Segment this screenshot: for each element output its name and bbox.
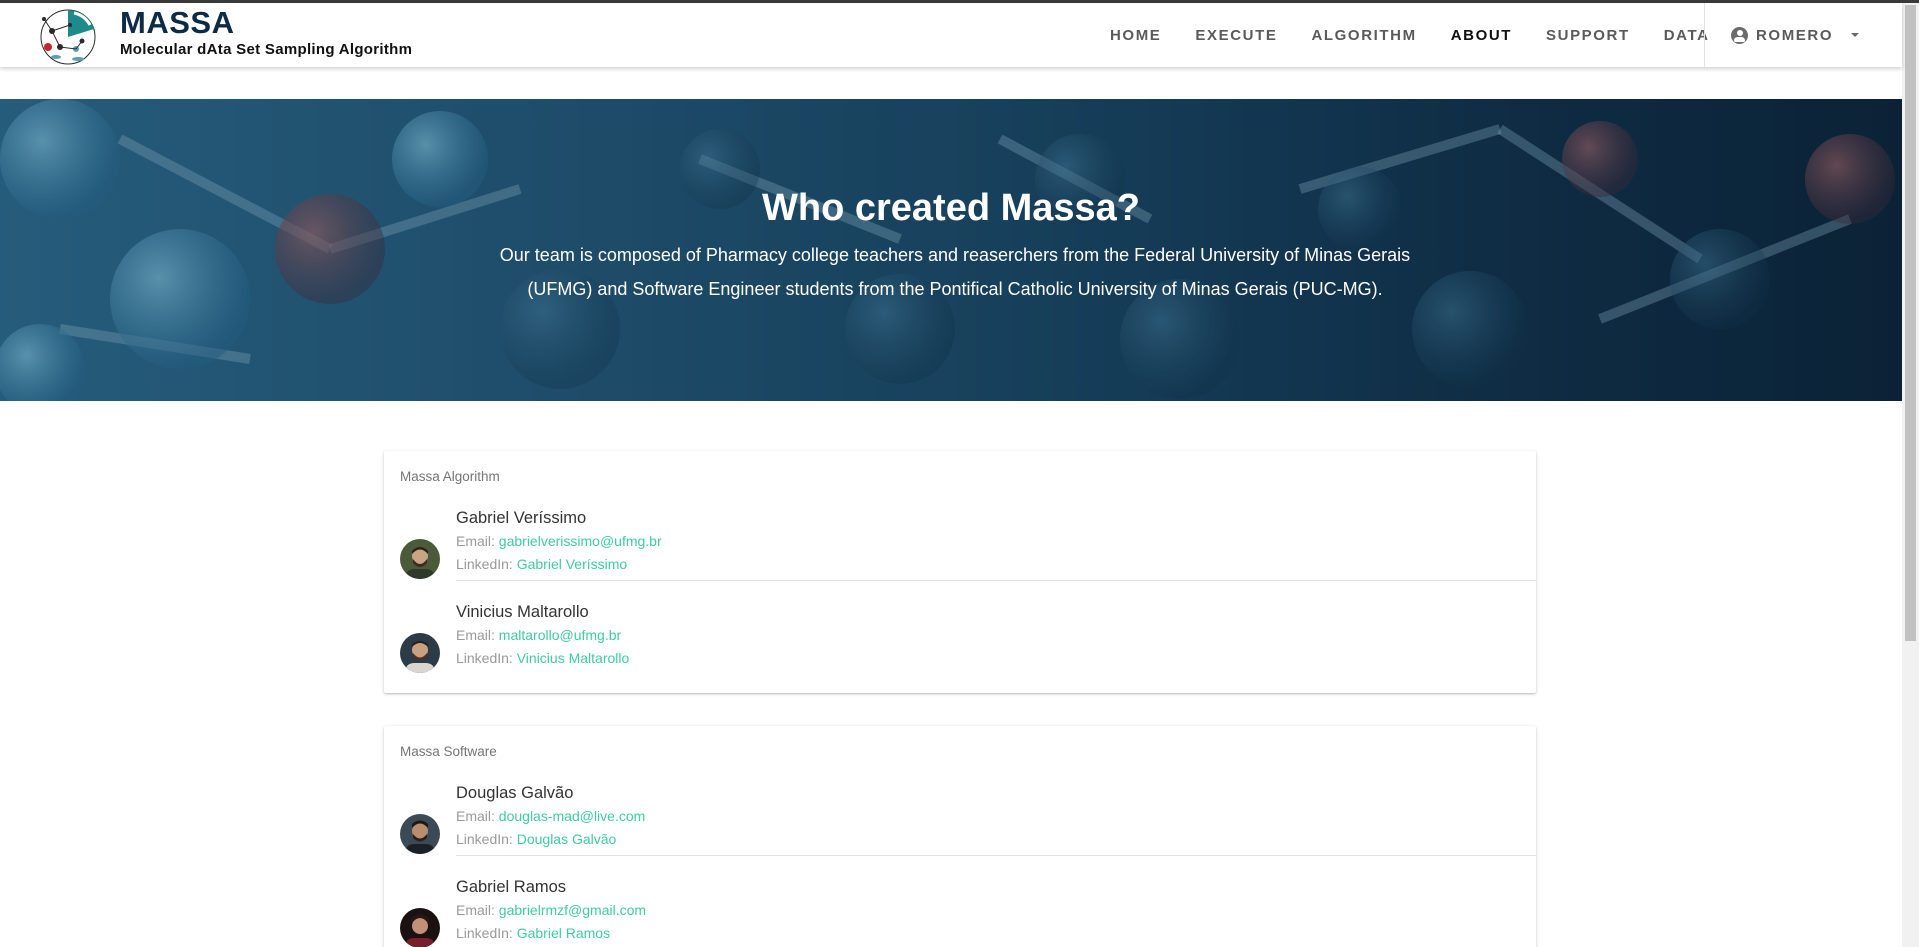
linkedin-link[interactable]: Gabriel Veríssimo: [517, 556, 627, 572]
team-member: Douglas Galvão Email: douglas-mad@live.c…: [384, 784, 1536, 878]
brand-subtitle: Molecular dAta Set Sampling Algorithm: [120, 41, 413, 58]
brand-title[interactable]: MASSA: [120, 5, 234, 41]
card-title: Massa Software: [400, 744, 497, 759]
linkedin-label: LinkedIn:: [456, 925, 513, 941]
user-name: ROMERO: [1756, 26, 1834, 44]
team-member: Gabriel Ramos Email: gabrielrmzf@gmail.c…: [384, 878, 1536, 947]
member-name: Vinicius Maltarollo: [456, 603, 589, 621]
hero-banner: Who created Massa? Our team is composed …: [0, 99, 1902, 401]
email-label: Email:: [456, 808, 495, 824]
divider: [456, 855, 1536, 856]
team-card-algorithm: Massa Algorithm Gabriel Veríssimo Email:…: [384, 451, 1536, 693]
email-link[interactable]: gabrielrmzf@gmail.com: [499, 902, 646, 918]
member-name: Gabriel Ramos: [456, 878, 567, 896]
linkedin-link[interactable]: Douglas Galvão: [517, 831, 617, 847]
divider: [456, 580, 1536, 581]
linkedin-label: LinkedIn:: [456, 556, 513, 572]
linkedin-label: LinkedIn:: [456, 831, 513, 847]
massa-logo[interactable]: [30, 3, 104, 67]
member-linkedin-row: LinkedIn: Gabriel Veríssimo: [456, 556, 627, 572]
hero-title: Who created Massa?: [762, 187, 1140, 229]
email-label: Email:: [456, 627, 495, 643]
nav-divider: [1704, 3, 1705, 67]
hero-description-line-2: (UFMG) and Software Engineer students fr…: [527, 279, 1383, 299]
member-email-row: Email: gabrielrmzf@gmail.com: [456, 902, 646, 918]
member-email-row: Email: gabrielverissimo@ufmg.br: [456, 533, 662, 549]
email-link[interactable]: douglas-mad@live.com: [499, 808, 646, 824]
member-email-row: Email: maltarollo@ufmg.br: [456, 627, 621, 643]
page-scrollbar[interactable]: [1902, 3, 1919, 947]
linkedin-link[interactable]: Gabriel Ramos: [517, 925, 610, 941]
nav-support[interactable]: SUPPORT: [1546, 27, 1630, 44]
caret-down-icon: [1851, 33, 1860, 37]
team-member: Vinicius Maltarollo Email: maltarollo@uf…: [384, 603, 1536, 697]
team-card-software: Massa Software Douglas Galvão Email: dou…: [384, 726, 1536, 947]
member-linkedin-row: LinkedIn: Douglas Galvão: [456, 831, 616, 847]
hero-description-line-1: Our team is composed of Pharmacy college…: [499, 245, 1411, 265]
member-linkedin-row: LinkedIn: Vinicius Maltarollo: [456, 650, 629, 666]
scrollbar-thumb[interactable]: [1905, 5, 1916, 641]
card-title: Massa Algorithm: [400, 469, 500, 484]
user-menu[interactable]: ROMERO: [1731, 3, 1860, 67]
nav-home[interactable]: HOME: [1110, 27, 1161, 44]
account-circle-icon: [1731, 26, 1748, 44]
linkedin-label: LinkedIn:: [456, 650, 513, 666]
email-label: Email:: [456, 533, 495, 549]
member-linkedin-row: LinkedIn: Gabriel Ramos: [456, 925, 610, 941]
nav-about[interactable]: ABOUT: [1451, 27, 1512, 44]
navbar: MASSA Molecular dAta Set Sampling Algori…: [0, 3, 1902, 67]
email-link[interactable]: maltarollo@ufmg.br: [499, 627, 621, 643]
email-label: Email:: [456, 902, 495, 918]
hero-description: Our team is composed of Pharmacy college…: [496, 238, 1414, 306]
nav-data[interactable]: DATA: [1664, 27, 1710, 44]
email-link[interactable]: gabrielverissimo@ufmg.br: [499, 533, 662, 549]
team-member: Gabriel Veríssimo Email: gabrielverissim…: [384, 509, 1536, 603]
member-name: Douglas Galvão: [456, 784, 574, 802]
avatar: [400, 633, 440, 673]
avatar: [400, 814, 440, 854]
nav-algorithm[interactable]: ALGORITHM: [1311, 27, 1416, 44]
member-email-row: Email: douglas-mad@live.com: [456, 808, 645, 824]
nav-execute[interactable]: EXECUTE: [1195, 27, 1277, 44]
avatar: [400, 908, 440, 947]
linkedin-link[interactable]: Vinicius Maltarollo: [517, 650, 630, 666]
member-name: Gabriel Veríssimo: [456, 509, 587, 527]
avatar: [400, 539, 440, 579]
